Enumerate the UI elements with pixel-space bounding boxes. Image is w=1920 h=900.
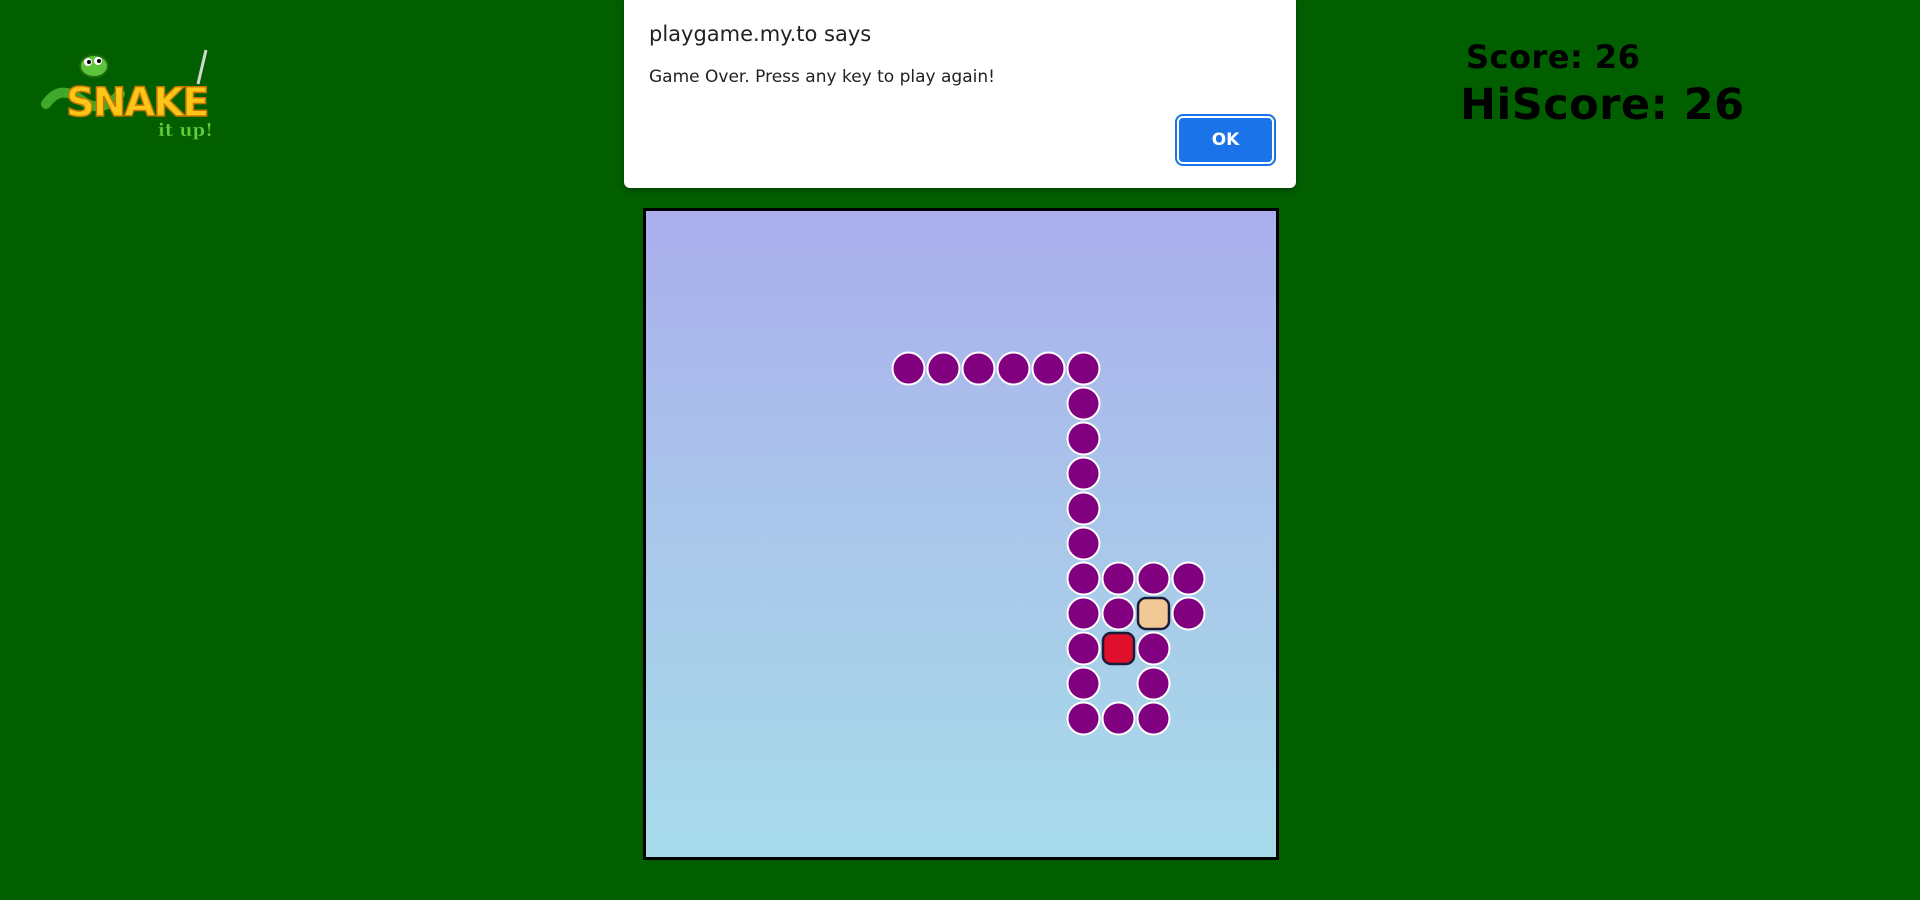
game-board[interactable]	[643, 208, 1279, 860]
snake-segment	[1066, 526, 1101, 561]
food-item	[1136, 596, 1171, 631]
ok-button[interactable]: OK	[1175, 114, 1276, 166]
snake-segment	[1136, 701, 1171, 736]
snake-segment	[926, 351, 961, 386]
game-page: SNAKE it up! Score: 26 HiScore: 26 playg…	[0, 0, 1920, 900]
snake-segment	[1171, 561, 1206, 596]
snake-segment	[1136, 561, 1171, 596]
snake-segment	[961, 351, 996, 386]
snake-segment	[1101, 596, 1136, 631]
snake-segment	[1101, 701, 1136, 736]
snake-segment	[1136, 666, 1171, 701]
snake-segment	[1066, 701, 1101, 736]
snake-segment	[1136, 631, 1171, 666]
alert-dialog: playgame.my.to says Game Over. Press any…	[624, 0, 1296, 188]
game-canvas	[891, 351, 1206, 736]
snake-head	[1101, 631, 1136, 666]
snake-segment	[1031, 351, 1066, 386]
logo-subtitle-text: it up!	[158, 120, 213, 141]
snake-segment	[996, 351, 1031, 386]
alert-title: playgame.my.to says	[649, 22, 872, 46]
snake-segment	[891, 351, 926, 386]
snake-segment	[1171, 596, 1206, 631]
alert-message: Game Over. Press any key to play again!	[649, 67, 995, 87]
snake-segment	[1066, 596, 1101, 631]
snake-segment	[1066, 386, 1101, 421]
snake-segment	[1066, 666, 1101, 701]
snake-segment	[1066, 561, 1101, 596]
snake-segment	[1066, 456, 1101, 491]
snake-segment	[1101, 561, 1136, 596]
snake-segment	[1066, 491, 1101, 526]
score-display: Score: 26	[1466, 38, 1641, 76]
snake-segment	[1066, 421, 1101, 456]
snake-segment	[1066, 351, 1101, 386]
snake-it-up-logo: SNAKE it up!	[40, 44, 230, 144]
hiscore-display: HiScore: 26	[1460, 80, 1745, 130]
snake-segment	[1066, 631, 1101, 666]
